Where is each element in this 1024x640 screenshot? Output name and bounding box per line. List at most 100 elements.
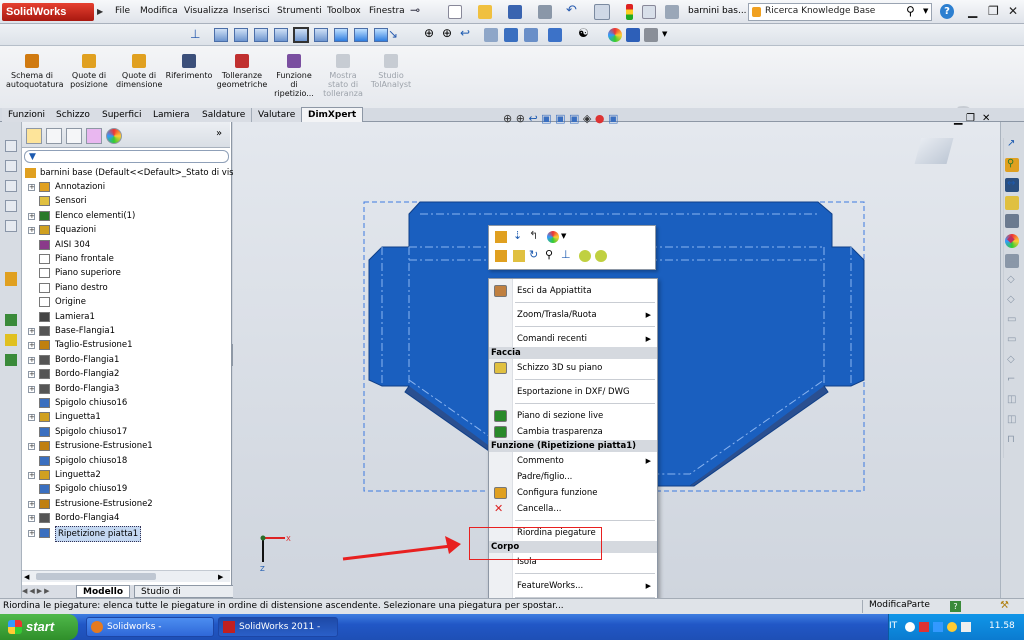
view-orientation-icon[interactable] [504,28,518,42]
tree-item-estrusione-estrusione1[interactable]: + Estrusione-Estrusione1 [22,439,228,453]
view-bottom-icon[interactable] [314,28,328,42]
toolbar-dropdown-icon[interactable]: ▼ [662,30,667,38]
tab-modello[interactable]: Modello [76,585,131,598]
rebuild-status-icon[interactable]: ⚒ [1000,600,1009,611]
normal-to-icon[interactable]: ⊥ [190,27,200,41]
apply-scene-icon[interactable] [608,28,622,42]
tree-item-spigolo-chiuso16[interactable]: Spigolo chiuso16 [22,396,228,410]
tool-icon[interactable]: ▤ [1007,254,1016,265]
tool-icon[interactable]: ◫ [1007,414,1016,425]
close-window-icon[interactable]: ✕ [1008,4,1018,18]
tree-item-bordo-flangia1[interactable]: + Bordo-Flangia1 [22,353,228,367]
menu-item-cancella[interactable]: ✕ Cancella... [489,501,657,517]
strip-feature-icon[interactable] [5,314,17,326]
sketch-icon[interactable] [513,250,525,262]
tree-item-linguetta1[interactable]: + Linguetta1 [22,410,228,424]
help-status-icon[interactable]: ? [950,601,961,612]
autodimension-scheme-button[interactable]: Schema di autoquotatura [6,54,63,89]
tab-studio-movimento[interactable]: Studio di movimento 1 [134,585,234,609]
menu-toolbox[interactable]: Toolbox [327,6,361,16]
new-file-icon[interactable] [448,5,462,19]
normal-to-icon[interactable]: ⊥ [561,248,571,261]
tree-item-bordo-flangia4[interactable]: + Bordo-Flangia4 [22,511,228,525]
property-manager-tab-icon[interactable] [46,128,62,144]
open-file-icon[interactable] [478,5,492,19]
tray-icon[interactable] [905,622,915,632]
select-icon[interactable] [594,4,610,20]
knowledge-base-search-input[interactable]: Ricerca Knowledge Base [748,3,932,21]
display-manager-tab-icon[interactable] [106,128,122,144]
tree-item-annotazioni[interactable]: + Annotazioni [22,180,228,194]
expand-icon[interactable]: + [28,515,35,523]
language-indicator[interactable]: IT [889,621,897,631]
tree-item-bordo-flangia3[interactable]: + Bordo-Flangia3 [22,382,228,396]
search-icon[interactable]: ⚲ [906,4,915,18]
expand-icon[interactable]: + [28,212,35,220]
view-top-icon[interactable] [293,27,309,43]
edit-appearance-icon[interactable]: ☯ [578,26,589,40]
menu-strumenti[interactable]: Strumenti [277,6,322,16]
location-dimension-button[interactable]: Quote di posizione [66,54,112,89]
tool-icon[interactable]: ↗ [1007,138,1015,149]
strip-view-icon[interactable] [5,180,17,192]
expand-icon[interactable]: + [28,328,35,335]
tree-item-ripetizione-piatta1[interactable]: + Ripetizione piatta1 [22,525,228,542]
strip-feature-icon[interactable] [5,334,17,346]
menu-item-commento[interactable]: Commento ▶ [489,453,657,469]
solidworks-logo[interactable]: SolidWorks [2,3,94,21]
menu-item-zoom-trasla-ruota[interactable]: Zoom/Trasla/Ruota ▶ [489,307,657,323]
tree-item-sensori[interactable]: Sensori [22,194,228,208]
tree-item-piano-frontale[interactable]: Piano frontale [22,252,228,266]
pin-icon[interactable]: ⊸ [410,3,420,17]
menu-item-configura-funzione[interactable]: Configura funzione [489,485,657,501]
tool-icon[interactable]: ▭ [1007,314,1016,325]
tool-icon[interactable]: ◆ [1007,234,1015,245]
tab-schizzo[interactable]: Schizzo [50,108,97,122]
expand-icon[interactable]: + [28,184,35,191]
expand-icon[interactable]: + [28,443,35,451]
strip-view-icon[interactable] [5,140,17,152]
expand-icon[interactable]: + [28,227,35,235]
tab-superfici[interactable]: Superfici [96,108,149,122]
feature-manager-tab-icon[interactable] [26,128,42,144]
menu-item-cambia-trasparenza[interactable]: Cambia trasparenza [489,424,657,440]
tool-icon[interactable]: ⚲ [1007,158,1014,169]
tree-item-spigolo-chiuso19[interactable]: Spigolo chiuso19 [22,482,228,496]
tab-saldature[interactable]: Saldature [196,108,253,122]
menu-item-comandi-recenti[interactable]: Comandi recenti ▶ [489,331,657,347]
logo-menu-arrow-icon[interactable]: ▶ [97,7,103,16]
tab-funzioni[interactable]: Funzioni [2,108,53,122]
view-left-icon[interactable] [254,28,268,42]
tree-root-part[interactable]: barnini base (Default<<Default>_Stato di… [22,166,247,180]
strip-sketch-icon[interactable] [5,272,17,286]
save-icon[interactable] [508,5,522,19]
tool-icon[interactable]: ⊓ [1007,434,1015,445]
tab-dimxpert[interactable]: DimXpert [301,107,364,122]
tree-item-piano-superiore[interactable]: Piano superiore [22,266,228,280]
tool-icon[interactable]: ◇ [1007,274,1015,285]
show-icon[interactable] [595,250,607,262]
menu-finestra[interactable]: Finestra [369,6,405,16]
tree-item-bordo-flangia2[interactable]: + Bordo-Flangia2 [22,367,228,381]
view-settings-icon[interactable] [626,28,640,42]
menu-modifica[interactable]: Modifica [140,6,178,16]
tab-valutare[interactable]: Valutare [252,108,303,122]
scroll-left-icon[interactable]: ◀ [24,573,29,581]
tree-item-linguetta2[interactable]: + Linguetta2 [22,468,228,482]
menu-visualizza[interactable]: Visualizza [184,6,228,16]
tree-horizontal-scrollbar[interactable]: ◀ ▶ [22,570,230,582]
tab-nav-arrows-icon[interactable]: ◀◀▶▶ [22,587,52,595]
volume-icon[interactable] [961,622,971,632]
menu-file[interactable]: File [115,6,130,16]
select-other-icon[interactable] [495,250,507,262]
view-back-icon[interactable] [234,28,248,42]
tool-icon[interactable]: ⌐ [1007,374,1015,385]
file-properties-icon[interactable] [642,5,656,19]
panel-expand-icon[interactable]: » [216,128,222,139]
expand-icon[interactable]: + [28,342,35,350]
section-view-icon[interactable] [484,28,498,42]
expand-icon[interactable]: + [28,356,35,364]
menu-item-esportazione-in-dxf-dwg[interactable]: Esportazione in DXF/ DWG [489,384,657,400]
menu-item-schizzo-3d-su-piano[interactable]: Schizzo 3D su piano [489,360,657,376]
search-dropdown-icon[interactable]: ▼ [923,7,928,15]
